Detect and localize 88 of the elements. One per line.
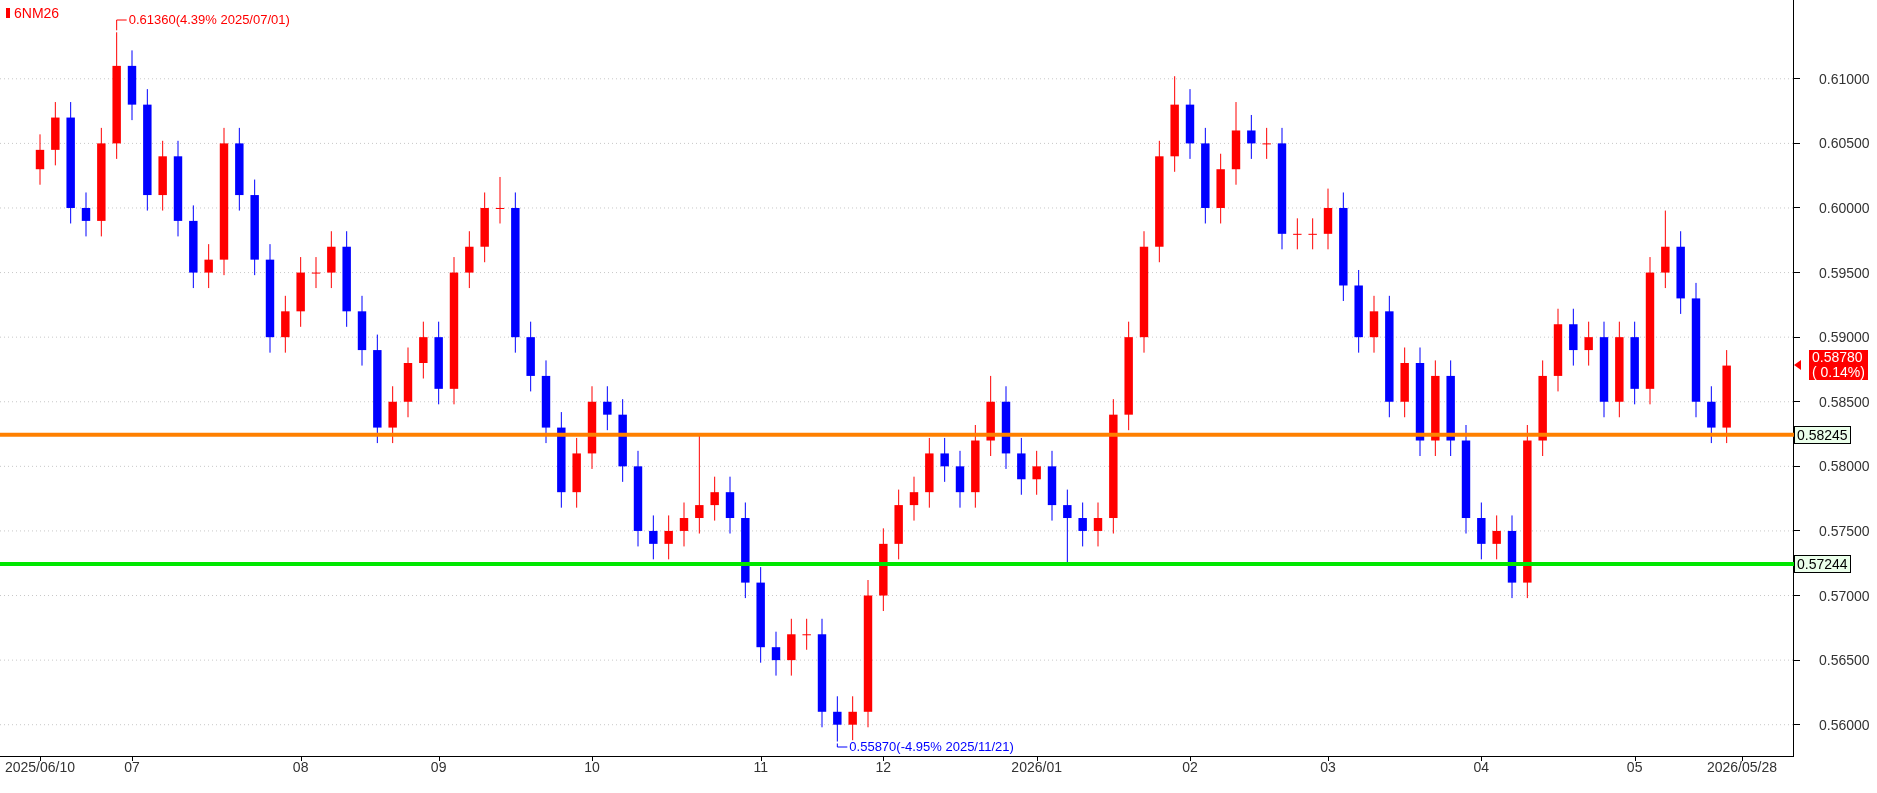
x-axis-label: 2026/05/28: [1706, 759, 1778, 775]
candlestick: [127, 49, 137, 121]
current-price-pointer-icon: [1794, 359, 1801, 370]
candlestick: [480, 192, 489, 263]
candlestick: [1017, 437, 1026, 496]
current-price-label: 0.58780 ( 0.14%): [1809, 349, 1868, 380]
candlestick: [1492, 514, 1501, 560]
candlestick: [357, 295, 367, 367]
candlestick: [1032, 450, 1041, 496]
candlestick: [1078, 502, 1087, 547]
candlestick: [158, 140, 167, 212]
y-axis-label: 0.59000: [1819, 329, 1870, 346]
candlestick: [311, 256, 321, 289]
candlestick: [327, 230, 336, 289]
candlestick: [664, 514, 673, 560]
candlestick: [1707, 385, 1716, 444]
candlestick: [1400, 347, 1409, 418]
candlestick: [403, 347, 413, 418]
candlestick: [296, 256, 305, 328]
candlestick: [419, 321, 428, 379]
leader-line: [116, 19, 128, 31]
y-axis-label: 0.57000: [1819, 587, 1870, 604]
x-axis-label: 10: [584, 759, 600, 775]
x-axis-label: 2025/06/10: [4, 759, 76, 775]
y-axis-label: 0.60500: [1819, 135, 1870, 152]
candlestick: [204, 243, 213, 289]
price-extreme-label: 0.55870(-4.95% 2025/11/21): [849, 740, 1014, 753]
price-level-label: 0.57244: [1794, 555, 1851, 573]
candlestick: [1569, 308, 1578, 367]
candlestick: [388, 385, 397, 444]
candlestick: [802, 618, 811, 651]
candlestick: [1308, 217, 1317, 250]
price-level-label: 0.58245: [1794, 425, 1851, 444]
candlestick: [1247, 114, 1256, 160]
x-axis-label: 08: [292, 759, 309, 775]
candlestick: [710, 476, 719, 522]
leader-line: [836, 743, 848, 748]
candlestick: [1047, 450, 1057, 522]
candlestick: [572, 437, 581, 509]
candlestick: [51, 101, 60, 166]
x-axis-label: 04: [1473, 759, 1490, 775]
candlestick: [1093, 502, 1103, 547]
candlestick: [894, 489, 903, 560]
candlestick: [787, 618, 796, 677]
x-axis-label: 07: [124, 759, 140, 775]
candlestick: [603, 385, 612, 431]
candlestick: [1369, 295, 1379, 354]
candlestick: [1216, 153, 1225, 224]
candlestick: [771, 631, 781, 677]
x-axis-label: 12: [875, 759, 892, 775]
candlestick: [725, 476, 735, 534]
x-axis-label: 09: [430, 759, 447, 775]
candlestick: [526, 321, 535, 392]
x-axis-label: 02: [1182, 759, 1198, 775]
candlestick: [1584, 321, 1593, 367]
candlestick: [649, 514, 658, 560]
y-axis-label: 0.59500: [1819, 264, 1870, 281]
y-axis-label: 0.58000: [1819, 458, 1870, 475]
x-axis-label: 2026/01: [1011, 759, 1062, 775]
candlestick: [1262, 127, 1271, 160]
candlestick: [81, 192, 91, 237]
y-axis-label: 0.58500: [1819, 393, 1870, 410]
candlestick: [281, 295, 290, 354]
candlestick: [940, 437, 949, 483]
y-axis-label: 0.61000: [1819, 70, 1870, 87]
x-axis-label: 05: [1626, 759, 1643, 775]
price-extreme-label: 0.61360(4.39% 2025/07/01): [128, 13, 290, 26]
candlestick: [465, 230, 474, 289]
candlestick: [925, 437, 934, 509]
candlestick: [35, 133, 45, 186]
y-axis-label: 0.56000: [1819, 716, 1870, 733]
y-axis-label: 0.56500: [1819, 652, 1870, 669]
candlestick: [955, 450, 965, 509]
candlestick: [679, 502, 689, 547]
candlestick: [909, 476, 919, 522]
candlestick: [833, 695, 842, 742]
y-axis-label: 0.60000: [1819, 199, 1870, 216]
candlestick: [1477, 502, 1486, 560]
chart-title: 6NM26: [14, 6, 60, 20]
x-axis-label: 11: [753, 759, 768, 775]
candlestick: [1323, 188, 1333, 250]
candlestick: [495, 176, 505, 224]
candlestick: [1293, 217, 1302, 250]
series-marker-icon: [6, 8, 10, 18]
candlestick: [1185, 88, 1195, 160]
x-axis-label: 03: [1320, 759, 1336, 775]
candlestick: [848, 695, 857, 741]
y-axis-label: 0.57500: [1819, 522, 1870, 539]
